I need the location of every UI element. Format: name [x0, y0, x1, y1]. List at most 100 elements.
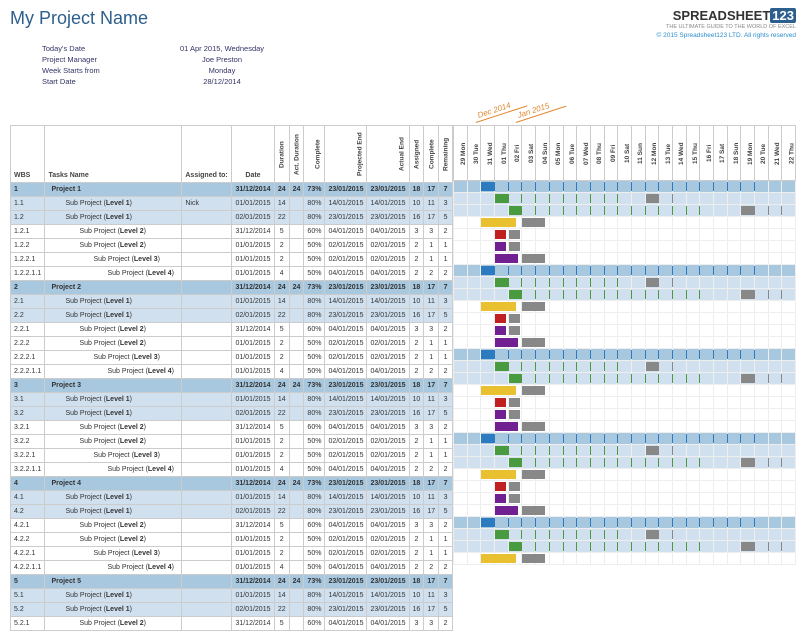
cell[interactable]: 3: [424, 323, 439, 337]
gantt-cell[interactable]: [590, 361, 604, 373]
cell[interactable]: [289, 197, 304, 211]
day-header[interactable]: 18 Sun: [727, 126, 741, 181]
gantt-cell[interactable]: [727, 457, 741, 469]
cell[interactable]: 1.1: [11, 197, 45, 211]
gantt-cell[interactable]: [508, 217, 522, 229]
gantt-cell[interactable]: [536, 241, 550, 253]
gantt-cell[interactable]: [686, 205, 700, 217]
cell[interactable]: [182, 561, 232, 575]
task-row[interactable]: 5.1Sub Project (Level 1)01/01/20151480%1…: [11, 589, 453, 603]
task-row[interactable]: 5.2Sub Project (Level 1)02/01/20152280%2…: [11, 603, 453, 617]
gantt-cell[interactable]: [563, 337, 577, 349]
gantt-cell[interactable]: [686, 469, 700, 481]
gantt-cell[interactable]: [686, 517, 700, 529]
cell[interactable]: [289, 267, 304, 281]
cell[interactable]: 80%: [304, 197, 325, 211]
gantt-cell[interactable]: [754, 325, 768, 337]
gantt-cell[interactable]: [495, 193, 509, 205]
gantt-cell[interactable]: [536, 505, 550, 517]
gantt-cell[interactable]: [522, 505, 536, 517]
gantt-cell[interactable]: [713, 349, 727, 361]
col-header[interactable]: Duration: [274, 126, 289, 183]
gantt-cell[interactable]: [768, 469, 782, 481]
cell[interactable]: 3.2: [11, 407, 45, 421]
cell[interactable]: 3: [424, 225, 439, 239]
gantt-cell[interactable]: [590, 229, 604, 241]
gantt-cell[interactable]: [631, 229, 645, 241]
cell[interactable]: 5: [439, 309, 453, 323]
cell[interactable]: [182, 519, 232, 533]
cell[interactable]: 11: [424, 589, 439, 603]
gantt-cell[interactable]: [686, 325, 700, 337]
gantt-cell[interactable]: [454, 253, 468, 265]
gantt-cell[interactable]: [686, 349, 700, 361]
gantt-cell[interactable]: [481, 241, 495, 253]
cell[interactable]: Sub Project (Level 1): [45, 491, 182, 505]
gantt-cell[interactable]: [549, 409, 563, 421]
gantt-cell[interactable]: [700, 385, 714, 397]
gantt-cell[interactable]: [727, 505, 741, 517]
gantt-cell[interactable]: [481, 193, 495, 205]
gantt-cell[interactable]: [782, 241, 796, 253]
gantt-cell[interactable]: [604, 193, 618, 205]
gantt-cell[interactable]: [768, 265, 782, 277]
cell[interactable]: Sub Project (Level 1): [45, 309, 182, 323]
cell[interactable]: 4: [274, 267, 289, 281]
gantt-cell[interactable]: [508, 193, 522, 205]
gantt-cell[interactable]: [618, 205, 632, 217]
gantt-cell[interactable]: [563, 469, 577, 481]
cell[interactable]: [182, 309, 232, 323]
gantt-cell[interactable]: [700, 241, 714, 253]
gantt-cell[interactable]: [590, 517, 604, 529]
gantt-cell[interactable]: [590, 241, 604, 253]
gantt-cell[interactable]: [768, 529, 782, 541]
cell[interactable]: 1: [424, 351, 439, 365]
gantt-cell[interactable]: [754, 397, 768, 409]
gantt-cell[interactable]: [713, 373, 727, 385]
col-header[interactable]: Assigned: [409, 126, 424, 183]
gantt-cell[interactable]: [604, 481, 618, 493]
gantt-cell[interactable]: [713, 493, 727, 505]
gantt-cell[interactable]: [645, 313, 659, 325]
gantt-cell[interactable]: [508, 181, 522, 193]
gantt-cell[interactable]: [672, 349, 686, 361]
gantt-cell[interactable]: [645, 529, 659, 541]
gantt-cell[interactable]: [467, 205, 481, 217]
gantt-cell[interactable]: [659, 385, 673, 397]
gantt-cell[interactable]: [659, 361, 673, 373]
task-row[interactable]: 3.1Sub Project (Level 1)01/01/20151480%1…: [11, 393, 453, 407]
gantt-cell[interactable]: [659, 265, 673, 277]
cell[interactable]: 1.2.2: [11, 239, 45, 253]
cell[interactable]: 01/01/2015: [232, 435, 275, 449]
cell[interactable]: 1: [439, 253, 453, 267]
gantt-cell[interactable]: [508, 385, 522, 397]
day-header[interactable]: 14 Wed: [672, 126, 686, 181]
gantt-cell[interactable]: [604, 325, 618, 337]
cell[interactable]: 02/01/2015: [367, 351, 409, 365]
gantt-cell[interactable]: [700, 313, 714, 325]
gantt-cell[interactable]: [577, 277, 591, 289]
gantt-cell[interactable]: [659, 289, 673, 301]
cell[interactable]: [289, 435, 304, 449]
task-row[interactable]: 3.2Sub Project (Level 1)02/01/20152280%2…: [11, 407, 453, 421]
gantt-cell[interactable]: [481, 493, 495, 505]
gantt-cell[interactable]: [536, 457, 550, 469]
gantt-cell[interactable]: [782, 553, 796, 565]
gantt-cell[interactable]: [590, 409, 604, 421]
cell[interactable]: 1: [11, 183, 45, 197]
gantt-cell[interactable]: [481, 457, 495, 469]
gantt-cell[interactable]: [727, 409, 741, 421]
gantt-cell[interactable]: [727, 193, 741, 205]
gantt-cell[interactable]: [618, 325, 632, 337]
gantt-cell[interactable]: [495, 361, 509, 373]
cell[interactable]: 1.2: [11, 211, 45, 225]
gantt-cell[interactable]: [481, 313, 495, 325]
gantt-cell[interactable]: [713, 241, 727, 253]
cell[interactable]: 04/01/2015: [367, 225, 409, 239]
gantt-cell[interactable]: [672, 517, 686, 529]
gantt-cell[interactable]: [563, 193, 577, 205]
cell[interactable]: [182, 505, 232, 519]
cell[interactable]: 2: [409, 267, 424, 281]
gantt-cell[interactable]: [782, 397, 796, 409]
gantt-cell[interactable]: [536, 421, 550, 433]
